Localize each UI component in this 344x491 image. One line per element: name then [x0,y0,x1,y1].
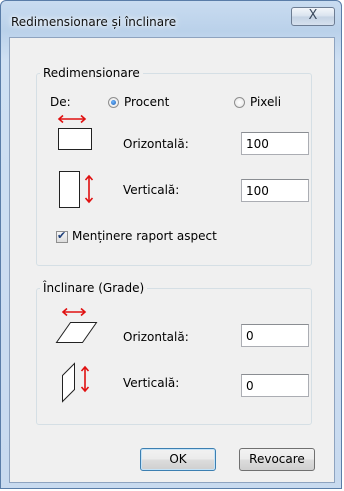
resize-horizontal-input[interactable] [241,132,309,155]
skew-horizontal-icon [55,308,98,343]
keep-aspect-checkbox[interactable]: ✔ [56,229,68,243]
dialog-content: Redimensionare De: Procent Pixeli Orizon… [9,37,335,483]
resize-horizontal-icon [57,114,92,150]
ok-button[interactable]: OK [140,448,216,471]
skew-group-legend: Înclinare (Grade) [43,281,145,295]
skew-vertical-label: Verticală: [123,376,180,390]
resize-vertical-input[interactable] [241,179,309,202]
resize-group-legend: Redimensionare [43,66,140,80]
resize-horizontal-label: Orizontală: [123,137,189,151]
pixels-radio[interactable] [234,97,245,108]
resize-by-label: De: [50,95,71,109]
percent-radio-label[interactable]: Procent [124,95,169,109]
pixels-radio-label[interactable]: Pixeli [250,95,281,109]
skew-horizontal-label: Orizontală: [123,330,189,344]
resize-vertical-label: Verticală: [123,183,180,197]
close-icon: X [308,8,318,23]
percent-radio[interactable] [108,97,119,108]
skew-horizontal-input[interactable] [241,324,309,347]
skew-vertical-input[interactable] [241,374,309,397]
checkmark-icon: ✔ [57,229,67,242]
resize-vertical-icon [59,171,94,208]
cancel-button[interactable]: Revocare [239,448,315,471]
window-title: Redimensionare și înclinare [11,15,177,29]
skew-vertical-icon [62,362,90,403]
dialog-window: Redimensionare și înclinare X Redimensio… [0,0,342,489]
close-button[interactable]: X [291,7,335,26]
keep-aspect-label[interactable]: Menținere raport aspect [72,229,217,243]
title-bar[interactable]: Redimensionare și înclinare X [1,1,341,37]
